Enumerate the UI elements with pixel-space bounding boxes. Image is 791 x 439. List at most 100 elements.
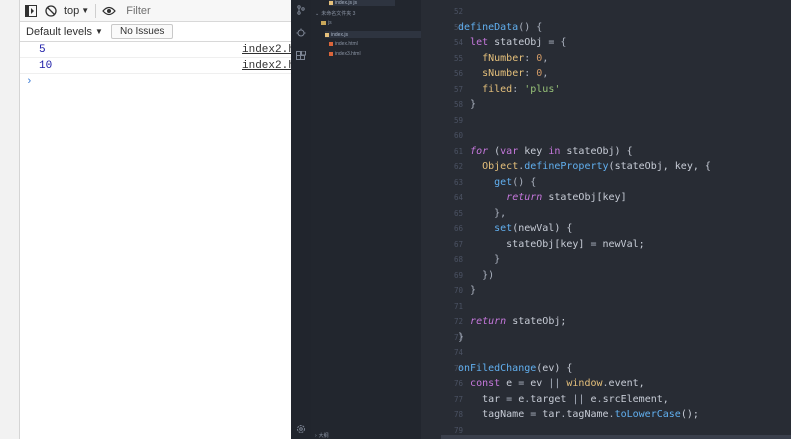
code-token: let (470, 37, 489, 48)
outline-section[interactable]: › 大纲 (315, 432, 329, 439)
code-text: return stateObj; (458, 314, 566, 329)
code-line[interactable]: 68 } (421, 252, 791, 267)
extensions-icon[interactable] (295, 50, 307, 62)
line-number: 64 (453, 193, 463, 202)
explorer-folder-root[interactable]: ⌄ 未命名文件夹 3 (315, 10, 355, 18)
code-token: = (590, 238, 603, 250)
horizontal-scrollbar[interactable] (441, 435, 791, 439)
code-token: , (542, 68, 549, 79)
code-line[interactable]: 56 sNumber: 0, (421, 66, 791, 81)
code-line[interactable]: 67 stateObj[key] = newVal; (421, 237, 791, 252)
console-messages: 5 index2.ht 10 index2.ht › (20, 42, 301, 90)
explorer-item-label: index.js (331, 31, 348, 38)
explorer-item-index-html[interactable]: index.html (329, 41, 358, 47)
filter-input[interactable] (122, 2, 287, 19)
code-token: window (566, 378, 603, 389)
sidebar-toggle-icon[interactable] (24, 4, 38, 18)
code-line[interactable]: 66 set(newVal) { (421, 221, 791, 236)
code-line[interactable]: 52 (421, 4, 791, 19)
code-token: }) (482, 269, 495, 281)
code-text: return stateObj[key] (458, 190, 626, 205)
code-line[interactable]: 76 const e = ev || window.event, (421, 376, 791, 391)
line-number: 68 (453, 255, 463, 264)
code-line[interactable]: 61 for (var key in stateObj) { (421, 144, 791, 159)
code-token: (stateObj, key, { (608, 161, 711, 172)
code-line[interactable]: 74 (421, 345, 791, 360)
code-text: get() { (458, 175, 536, 190)
outline-label: 大纲 (318, 433, 329, 439)
explorer-item-open-file[interactable]: index.js js (329, 0, 395, 6)
code-text: let stateObj = { (458, 35, 566, 50)
explorer-item-index-js[interactable]: index.js (325, 31, 421, 38)
code-line[interactable]: 75 onFiledChange(ev) { (421, 361, 791, 376)
code-token: ev (530, 378, 549, 389)
code-token: } (494, 254, 501, 265)
explorer-item-label: index3.html (335, 51, 361, 57)
code-line[interactable]: 63 get() { (421, 175, 791, 190)
line-number: 76 (453, 379, 463, 388)
line-number: 66 (453, 224, 463, 233)
debug-icon[interactable] (295, 27, 307, 39)
code-line[interactable]: 73} (421, 330, 791, 345)
code-token: defineData (458, 21, 519, 33)
js-file-icon (329, 1, 333, 5)
code-editor[interactable]: 52 53 defineData() {54 let stateObj = {55 … (421, 0, 791, 439)
code-line[interactable]: 72 return stateObj; (421, 314, 791, 329)
code-line[interactable]: 59 (421, 113, 791, 128)
left-gutter (0, 0, 20, 439)
code-line[interactable]: 54 let stateObj = { (421, 35, 791, 50)
code-line[interactable]: 55 fNumber: 0, (421, 51, 791, 66)
code-line[interactable]: 77 tar = e.target || e.srcElement, (421, 392, 791, 407)
code-line[interactable]: 53 defineData() { (421, 20, 791, 35)
code-line[interactable]: 64 return stateObj[key] (421, 190, 791, 205)
code-token: Object (482, 161, 519, 172)
explorer-folder-js[interactable]: js (321, 20, 332, 26)
code-token: target (530, 393, 573, 405)
code-line[interactable]: 58 } (421, 97, 791, 112)
line-number: 75 (453, 363, 463, 373)
line-number: 57 (453, 84, 463, 94)
log-levels-dropdown[interactable]: Default levels ▼ (26, 26, 103, 38)
code-line[interactable]: 57 filed: 'plus' (421, 82, 791, 97)
line-number: 55 (453, 53, 463, 63)
code-line[interactable]: 69 }) (421, 268, 791, 283)
line-number: 77 (453, 394, 463, 404)
code-text: onFiledChange(ev) { (458, 361, 572, 376)
line-number: 54 (453, 38, 463, 47)
clear-console-icon[interactable] (44, 4, 58, 18)
eye-icon[interactable] (102, 4, 117, 18)
code-token: filed (482, 83, 513, 95)
code-line[interactable]: 78 tagName = tar.tagName.toLowerCase(); (421, 407, 791, 422)
code-token: tar (458, 393, 507, 405)
code-line[interactable]: 70 } (421, 283, 791, 298)
code-token: () { (518, 21, 543, 33)
js-file-icon (325, 32, 329, 37)
console-prompt[interactable]: › (20, 74, 291, 90)
code-text: filed: 'plus' (458, 82, 560, 97)
code-token: || (572, 393, 591, 405)
code-token: = (530, 409, 543, 420)
code-text: Object.defineProperty(stateObj, key, { (458, 159, 711, 174)
explorer-item-label: js (328, 20, 332, 26)
code-text: sNumber: 0, (458, 66, 548, 81)
console-message: 10 index2.ht (20, 58, 301, 74)
code-text: } (458, 283, 476, 298)
line-number: 78 (453, 410, 463, 419)
explorer-item-index3-html[interactable]: index3.html (329, 51, 361, 57)
line-number: 61 (453, 146, 463, 156)
code-line[interactable]: 62 Object.defineProperty(stateObj, key, … (421, 159, 791, 174)
code-line[interactable]: 71 (421, 299, 791, 314)
code-text: } (458, 252, 500, 267)
code-line[interactable]: 65 }, (421, 206, 791, 221)
settings-gear-icon[interactable] (295, 423, 307, 435)
code-line[interactable]: 60 (421, 128, 791, 143)
code-token: : (524, 68, 537, 79)
code-text: defineData() { (458, 20, 542, 35)
context-selector[interactable]: top ▼ (64, 5, 89, 17)
source-control-icon[interactable] (295, 4, 307, 16)
console-message: 5 index2.ht (20, 42, 301, 58)
issues-button[interactable]: No Issues (110, 24, 174, 39)
